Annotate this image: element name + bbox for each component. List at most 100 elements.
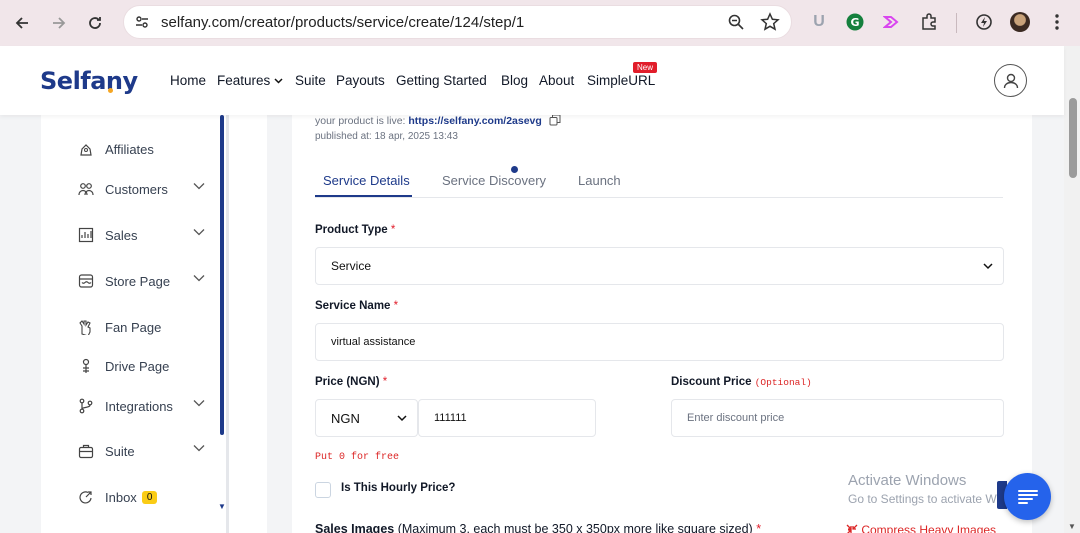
sidebar-item-label: Sales [105,227,138,243]
sidebar-item-suite[interactable]: Suite [77,440,207,462]
tabs-divider [315,197,1003,198]
hourly-price-label[interactable]: Is This Hourly Price? [341,482,455,494]
sales-icon [77,226,95,244]
selfany-logo[interactable]: Selfany [40,67,138,95]
arrow-extension-icon[interactable] [881,11,903,33]
service-name-value: virtual assistance [331,336,416,348]
tab-notification-dot [511,166,518,173]
chevron-down-icon [193,445,205,452]
reload-icon[interactable] [82,10,108,36]
back-icon[interactable] [9,10,35,36]
sidebar-item-inbox[interactable]: Inbox 0 [77,486,207,508]
chevron-down-icon [397,415,407,422]
bookmark-star-icon[interactable] [760,12,780,37]
discount-price-input[interactable]: Enter discount price [671,399,1004,437]
profile-avatar[interactable] [1009,11,1031,33]
features-chevron-icon [274,78,283,84]
sidebar-item-label: Suite [105,443,135,459]
nav-features[interactable]: Features [217,73,283,88]
sidebar-item-label: Store Page [105,273,171,289]
chevron-down-icon [193,183,205,190]
sidebar-item-customers[interactable]: Customers [77,178,207,200]
store-icon [77,272,95,290]
site-header: Selfany Home Features Suite Payouts Gett… [0,46,1064,115]
hourly-price-checkbox[interactable] [315,482,331,498]
scrollbar-thumb[interactable] [1069,98,1077,178]
sidebar-item-sales[interactable]: Sales [77,224,207,246]
price-value: 111111 [434,412,467,424]
product-type-select[interactable]: Service [315,247,1004,285]
price-label: Price (NGN) * [315,376,388,388]
browser-toolbar: selfany.com/creator/products/service/cre… [0,0,1080,46]
scroll-down-arrow-icon[interactable]: ▼ [1068,522,1076,531]
zoom-icon[interactable] [727,13,745,36]
nav-about[interactable]: About [539,73,574,88]
tab-service-details[interactable]: Service Details [323,173,410,188]
sidebar-item-label: Drive Page [105,358,170,374]
product-type-value: Service [331,259,372,273]
nav-simpleurl[interactable]: SimpleURL [587,73,655,88]
live-prefix: your product is live: [315,115,409,127]
logo-dot [108,88,113,93]
activate-windows-title: Activate Windows [848,472,967,489]
sidebar-scroll-thumb[interactable] [220,115,224,435]
sidebar-item-fan-page[interactable]: Fan Page [77,316,207,338]
currency-select[interactable]: NGN [315,399,418,437]
nav-getting-started[interactable]: Getting Started [396,73,487,88]
sidebar-item-integrations[interactable]: Integrations [77,395,207,417]
copy-icon[interactable] [549,114,561,126]
u-extension-icon[interactable]: U [808,11,830,33]
forward-icon[interactable] [46,10,72,36]
free-price-hint: Put 0 for free [315,452,400,463]
user-account-icon[interactable] [994,64,1027,97]
chevron-down-icon [193,229,205,236]
toolbar-divider [956,13,957,33]
product-live-notice: your product is live: https://selfany.co… [315,114,561,127]
address-bar[interactable]: selfany.com/creator/products/service/cre… [123,5,792,39]
product-live-link[interactable]: https://selfany.com/2asevg [408,115,541,127]
nav-home[interactable]: Home [170,73,206,88]
currency-value: NGN [331,410,360,426]
sidebar-item-label: Integrations [105,398,173,414]
sidebar-scroll-down-icon[interactable]: ▼ [218,502,226,511]
sidebar-scroll-track [226,115,229,533]
sidebar-item-label: Customers [105,181,168,197]
extensions-puzzle-icon[interactable] [918,11,940,33]
inbox-count-badge: 0 [141,490,158,504]
customers-icon [77,180,95,198]
sidebar-item-drive-page[interactable]: Drive Page [77,355,207,377]
site-settings-icon[interactable] [134,14,150,35]
suite-icon [77,442,95,460]
menu-lines-icon [1017,489,1038,504]
compress-images-link[interactable]: Compress Heavy Images [846,523,996,533]
url-text[interactable]: selfany.com/creator/products/service/cre… [161,14,524,31]
integrations-icon [77,397,95,415]
nav-blog[interactable]: Blog [501,73,528,88]
page-scrollbar[interactable]: ▼ [1064,46,1080,533]
new-badge: New [633,62,658,73]
tab-launch[interactable]: Launch [578,173,621,188]
chevron-down-icon [193,275,205,282]
browser-menu-icon[interactable] [1046,11,1068,33]
chat-menu-button[interactable] [1004,473,1051,520]
discount-placeholder: Enter discount price [687,412,785,424]
price-input[interactable]: 111111 [418,399,596,437]
grammarly-icon[interactable]: G [844,11,866,33]
service-name-input[interactable]: virtual assistance [315,323,1004,361]
chevron-down-icon [983,263,993,270]
service-name-label: Service Name * [315,300,399,312]
drive-icon [77,357,95,375]
sidebar-item-affiliates[interactable]: Affiliates [77,138,207,160]
sidebar-item-label: Inbox [105,489,137,505]
sidebar-item-label: Fan Page [105,319,162,335]
sidebar-item-store-page[interactable]: Store Page [77,270,207,292]
fan-icon [77,318,95,336]
discount-price-label: Discount Price (Optional) [671,376,812,388]
inbox-icon [77,488,95,506]
sidebar-item-label: Affiliates [105,141,154,157]
tab-service-discovery[interactable]: Service Discovery [442,173,546,188]
product-type-label: Product Type * [315,224,396,236]
performance-icon[interactable] [973,11,995,33]
nav-suite[interactable]: Suite [295,73,326,88]
nav-payouts[interactable]: Payouts [336,73,385,88]
